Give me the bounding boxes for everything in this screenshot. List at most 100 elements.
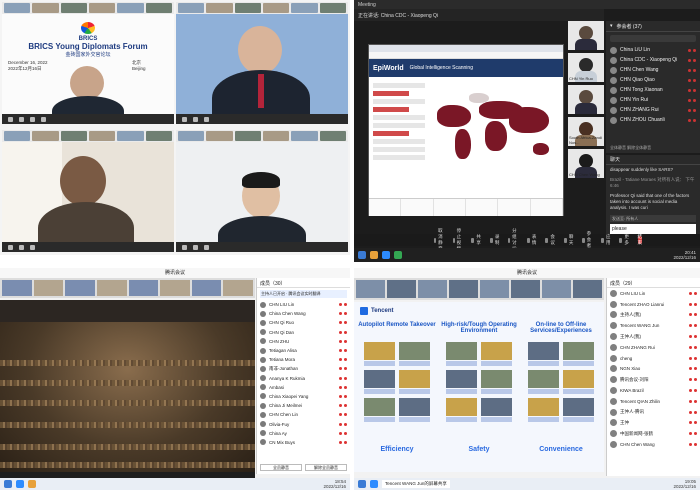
toolbar-icon (582, 237, 585, 243)
toolbar-button-3[interactable]: 录制 (489, 234, 502, 246)
member-row[interactable]: 中国新闻网-张鹤 (607, 428, 700, 439)
shared-video-terracotta[interactable] (0, 300, 255, 472)
member-row[interactable]: China Chen Wang (257, 309, 350, 318)
mute-all-button[interactable]: 全员静音 (260, 464, 302, 471)
toolbar-button-11[interactable]: 结束 (637, 234, 643, 245)
meeting-app-icon[interactable] (382, 251, 390, 259)
member-row[interactable]: Ananya K Rukmia (257, 374, 350, 383)
forum-title: BRICS Young Diplomats Forum (28, 42, 148, 51)
muted-mic-icon (689, 432, 697, 436)
video-thumb[interactable]: South Africa-Zandi Nos... (568, 117, 604, 146)
participant-row[interactable]: CHN ZHOU Chuanli (606, 115, 700, 125)
participant-row[interactable]: China LiU Lin (606, 45, 700, 55)
video-tile-3[interactable] (2, 130, 174, 252)
toolbar-button-6[interactable]: 会议 (545, 234, 557, 246)
toolbar-button-8[interactable]: 参会者 (582, 231, 594, 249)
member-row[interactable]: Tencent ZHAO Lianrui (607, 299, 700, 310)
muted-mic-icon (688, 118, 696, 122)
member-row[interactable]: cheng (607, 353, 700, 364)
member-row[interactable]: CHN Qi Dan (257, 328, 350, 337)
toolbar-icon (471, 237, 475, 243)
member-row[interactable]: 腾讯会议-刘阳 (607, 374, 700, 385)
toolbar-label: 结束 (637, 234, 643, 245)
mute-all-controls[interactable]: 全体静音 解除全体静音 (610, 145, 651, 151)
member-row[interactable]: CN Mix Buys (257, 438, 350, 447)
participant-row[interactable]: CHN Qiao Qiao (606, 75, 700, 85)
start-icon[interactable] (4, 480, 12, 488)
forum-subtitle: 金砖国家外交官论坛 (65, 52, 111, 58)
member-row[interactable]: Tencent WANG Jun (607, 320, 700, 331)
avatar (260, 329, 266, 336)
member-row[interactable]: 王仲人(我) (607, 331, 700, 342)
member-row[interactable]: CHN Chen Lin (257, 410, 350, 419)
avatar (610, 430, 617, 438)
member-row[interactable]: Tencent QIAN Zhilin (607, 396, 700, 407)
folder-icon[interactable] (28, 480, 36, 488)
avatar (260, 421, 266, 428)
start-icon[interactable] (358, 480, 366, 488)
toolbar-label: 参会者 (586, 231, 592, 248)
member-name: 中国新闻网-张鹤 (620, 430, 653, 436)
tencent-meeting-icon[interactable] (370, 480, 378, 488)
participant-name: CHN ZHANG Rui (620, 107, 659, 113)
participant-row[interactable]: CHN Yin Rui (606, 95, 700, 105)
participant-row[interactable]: China CDC - Xiaopeng Qi (606, 55, 700, 65)
chevron-down-icon[interactable]: ▾ (610, 23, 613, 29)
screen-share-task[interactable]: Tencent WANG Jun的屏幕共享 (382, 480, 450, 488)
member-row[interactable]: CHN Qi Ruo (257, 318, 350, 327)
member-row[interactable]: CHN ZHANG Rui (607, 342, 700, 353)
video-thumb[interactable] (568, 85, 604, 114)
toolbar-label: 聊天 (568, 234, 574, 245)
member-row[interactable]: NGN Xiao (607, 364, 700, 375)
member-row[interactable]: 主持人(我) (607, 310, 700, 321)
member-row[interactable]: 王仲 (607, 418, 700, 429)
browser-icon[interactable] (394, 251, 402, 259)
member-row[interactable]: KIWA Brazil (607, 385, 700, 396)
video-thumb[interactable]: CHN Chen Wang (568, 149, 604, 178)
member-row[interactable]: Tetiana Mora (257, 355, 350, 364)
member-row[interactable]: Olivia-Fuy (257, 419, 350, 428)
member-row[interactable]: Ambasi (257, 383, 350, 392)
video-tile-4[interactable] (176, 130, 348, 252)
avatar (610, 66, 617, 74)
member-row[interactable]: CHN LIU Lin (257, 300, 350, 309)
participant-row[interactable]: CHN Tong Xiaonan (606, 85, 700, 95)
shared-slide[interactable]: Tencent Autopilot Remote Takeover High-r… (354, 302, 604, 472)
member-row[interactable]: CHN Chen Wang (607, 439, 700, 450)
participant-search-input[interactable] (610, 35, 696, 42)
unmute-all-button[interactable]: 解除全员静音 (305, 464, 347, 471)
toolbar-button-10[interactable]: 更多 (619, 234, 631, 246)
participant-row[interactable]: CHN ZHANG Rui (606, 105, 700, 115)
member-row[interactable]: CHN ZHU (257, 337, 350, 346)
slide-column: On-line to Off-line Services/Experiences (522, 322, 600, 422)
member-row[interactable]: China Xiaopei Yang (257, 392, 350, 401)
participant-row[interactable]: CHN Chen Wang (606, 65, 700, 75)
shared-screen[interactable]: EpiWorld Global Intelligence Scanning (368, 44, 564, 216)
video-column: CHN Yin Ruo South Africa-Zandi Nos... CH… (568, 21, 604, 221)
members-title: 成员（30） (257, 278, 350, 288)
toolbar-button-5[interactable]: 表情 (526, 234, 539, 246)
chat-recipient-select[interactable]: 发送至: 所有人 (610, 215, 696, 222)
avatar (610, 397, 617, 405)
toolbar-button-2[interactable]: 共享 (471, 234, 483, 246)
video-thumb[interactable] (568, 21, 604, 50)
member-row[interactable]: Tetiagan Alisa (257, 346, 350, 355)
member-row[interactable]: China Ay (257, 429, 350, 438)
toolbar-button-7[interactable]: 聊天 (563, 234, 576, 246)
member-row[interactable]: 南非-Jonathan (257, 364, 350, 373)
folder-icon[interactable] (370, 251, 378, 259)
video-tile-2[interactable] (176, 2, 348, 124)
muted-mic-icon (689, 356, 697, 360)
member-row[interactable]: 王仲人-腾讯 (607, 407, 700, 418)
member-name: CHN ZHANG Rui (620, 344, 655, 350)
muted-mic-icon (689, 324, 697, 328)
toolbar-button-9[interactable]: 应用 (600, 234, 613, 246)
member-row[interactable]: China Ji Meilmei (257, 401, 350, 410)
video-thumb[interactable]: CHN Yin Ruo (568, 53, 604, 82)
avatar (610, 300, 617, 308)
tencent-meeting-icon[interactable] (16, 480, 24, 488)
muted-mic-icon (689, 302, 697, 306)
video-tile-banner[interactable]: BRICS BRICS Young Diplomats Forum 金砖国家外交… (2, 2, 174, 124)
start-icon[interactable] (358, 251, 366, 259)
member-row[interactable]: CHN LIU Lin (607, 288, 700, 299)
